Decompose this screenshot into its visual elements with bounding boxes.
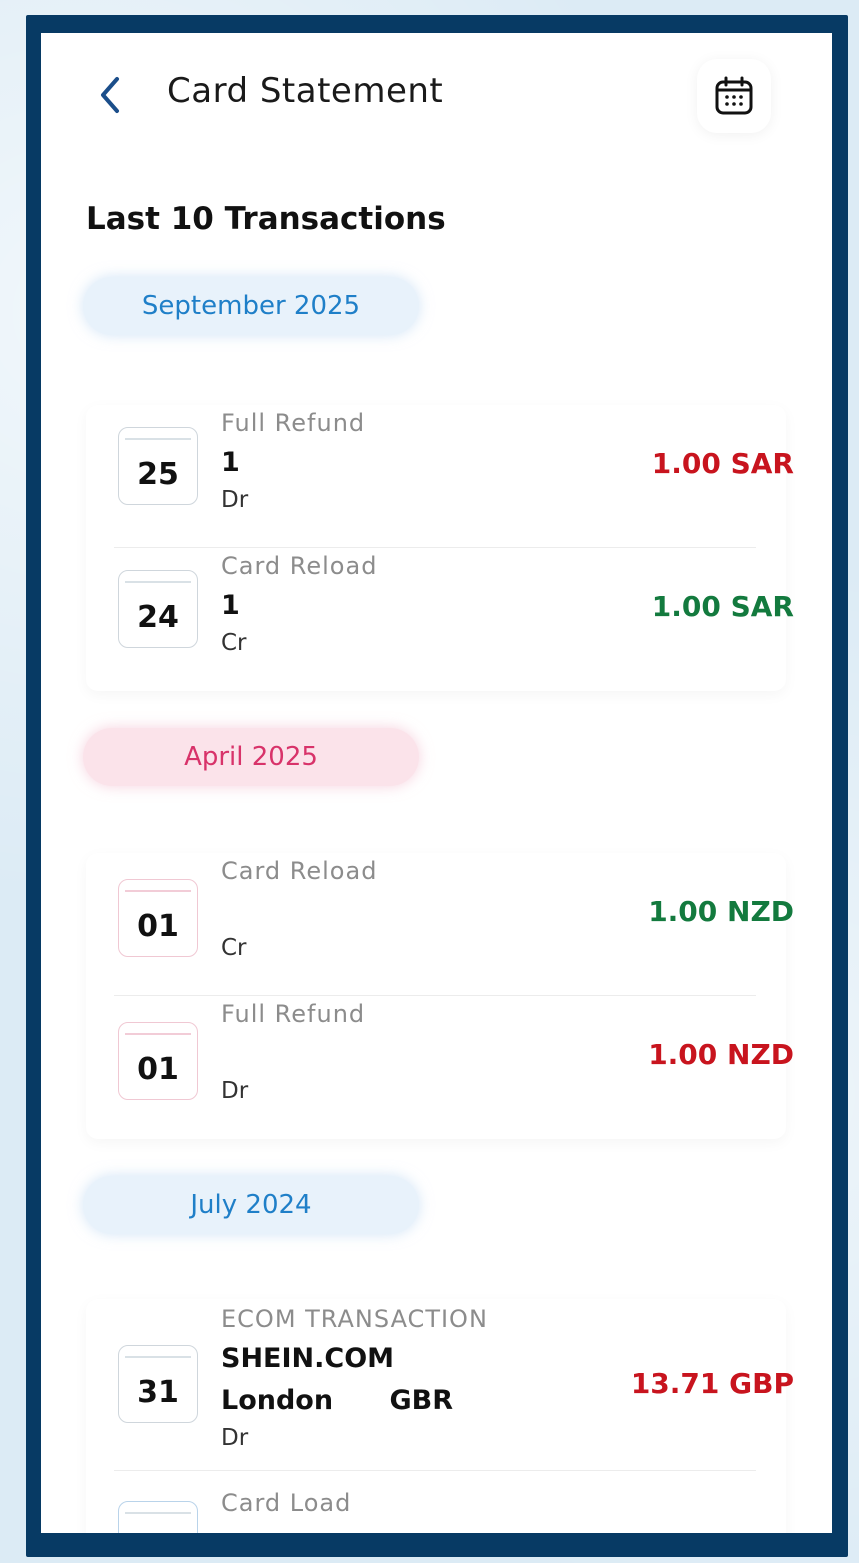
header: Card Statement: [41, 33, 832, 153]
calendar-icon: [715, 76, 753, 115]
date-badge: 31: [118, 1345, 198, 1423]
date-badge: 24: [118, 570, 198, 648]
app-screen: Card Statement Last 10 Transactions Sept…: [41, 33, 832, 1533]
transaction-amount: 1.00 NZD: [648, 895, 794, 928]
transaction-drcr: Dr: [221, 487, 249, 513]
transaction-type: Card Reload: [221, 552, 378, 580]
transaction-row[interactable]: 25 Full Refund 1 Dr 1.00 SAR: [86, 405, 794, 548]
month-label: July 2024: [83, 1176, 419, 1234]
page-title: Card Statement: [167, 71, 444, 111]
transaction-group: 25 Full Refund 1 Dr 1.00 SAR 24 Card Rel…: [86, 405, 794, 691]
section-title: Last 10 Transactions: [86, 201, 446, 237]
transaction-group: 01 Card Reload Cr 1.00 NZD 01 Full Refun…: [86, 853, 794, 1139]
transaction-amount: 1.00 NZD: [648, 1038, 794, 1071]
month-label: April 2025: [83, 728, 419, 786]
month-label: September 2025: [83, 277, 419, 335]
calendar-button[interactable]: [697, 59, 771, 133]
date-badge: 01: [118, 1022, 198, 1100]
transaction-row[interactable]: 31 ECOM TRANSACTION SHEIN.COM London GBR…: [86, 1299, 794, 1471]
date-badge: 25: [118, 427, 198, 505]
transaction-drcr: Cr: [221, 630, 247, 656]
transaction-amount: 1.00 SAR: [651, 590, 794, 623]
transaction-type: Full Refund: [221, 409, 366, 437]
chevron-left-icon: [101, 77, 119, 113]
date-badge: 01: [118, 879, 198, 957]
transaction-type: Card Load: [221, 1489, 352, 1517]
transaction-amount: 13.71 GBP: [630, 1367, 794, 1400]
transaction-amount: 1.00 SAR: [651, 447, 794, 480]
transaction-row[interactable]: 01 Full Refund Dr 1.00 NZD: [86, 996, 794, 1139]
transaction-row[interactable]: 24 Card Reload 1 Cr 1.00 SAR: [86, 548, 794, 691]
transaction-row[interactable]: Card Load: [86, 1471, 786, 1533]
transaction-type: ECOM TRANSACTION: [221, 1305, 488, 1333]
back-button[interactable]: [91, 73, 131, 117]
transaction-drcr: Dr: [221, 1078, 249, 1104]
transaction-group: 31 ECOM TRANSACTION SHEIN.COM London GBR…: [86, 1299, 794, 1533]
date-badge: [118, 1501, 198, 1533]
transaction-description: SHEIN.COM: [221, 1343, 395, 1374]
transaction-location: London GBR: [221, 1385, 454, 1416]
transaction-description: 1: [221, 447, 240, 478]
transaction-drcr: Dr: [221, 1425, 249, 1451]
transaction-row[interactable]: 01 Card Reload Cr 1.00 NZD: [86, 853, 794, 996]
transaction-type: Card Reload: [221, 857, 378, 885]
transaction-description: 1: [221, 590, 240, 621]
transaction-drcr: Cr: [221, 935, 247, 961]
transaction-type: Full Refund: [221, 1000, 366, 1028]
